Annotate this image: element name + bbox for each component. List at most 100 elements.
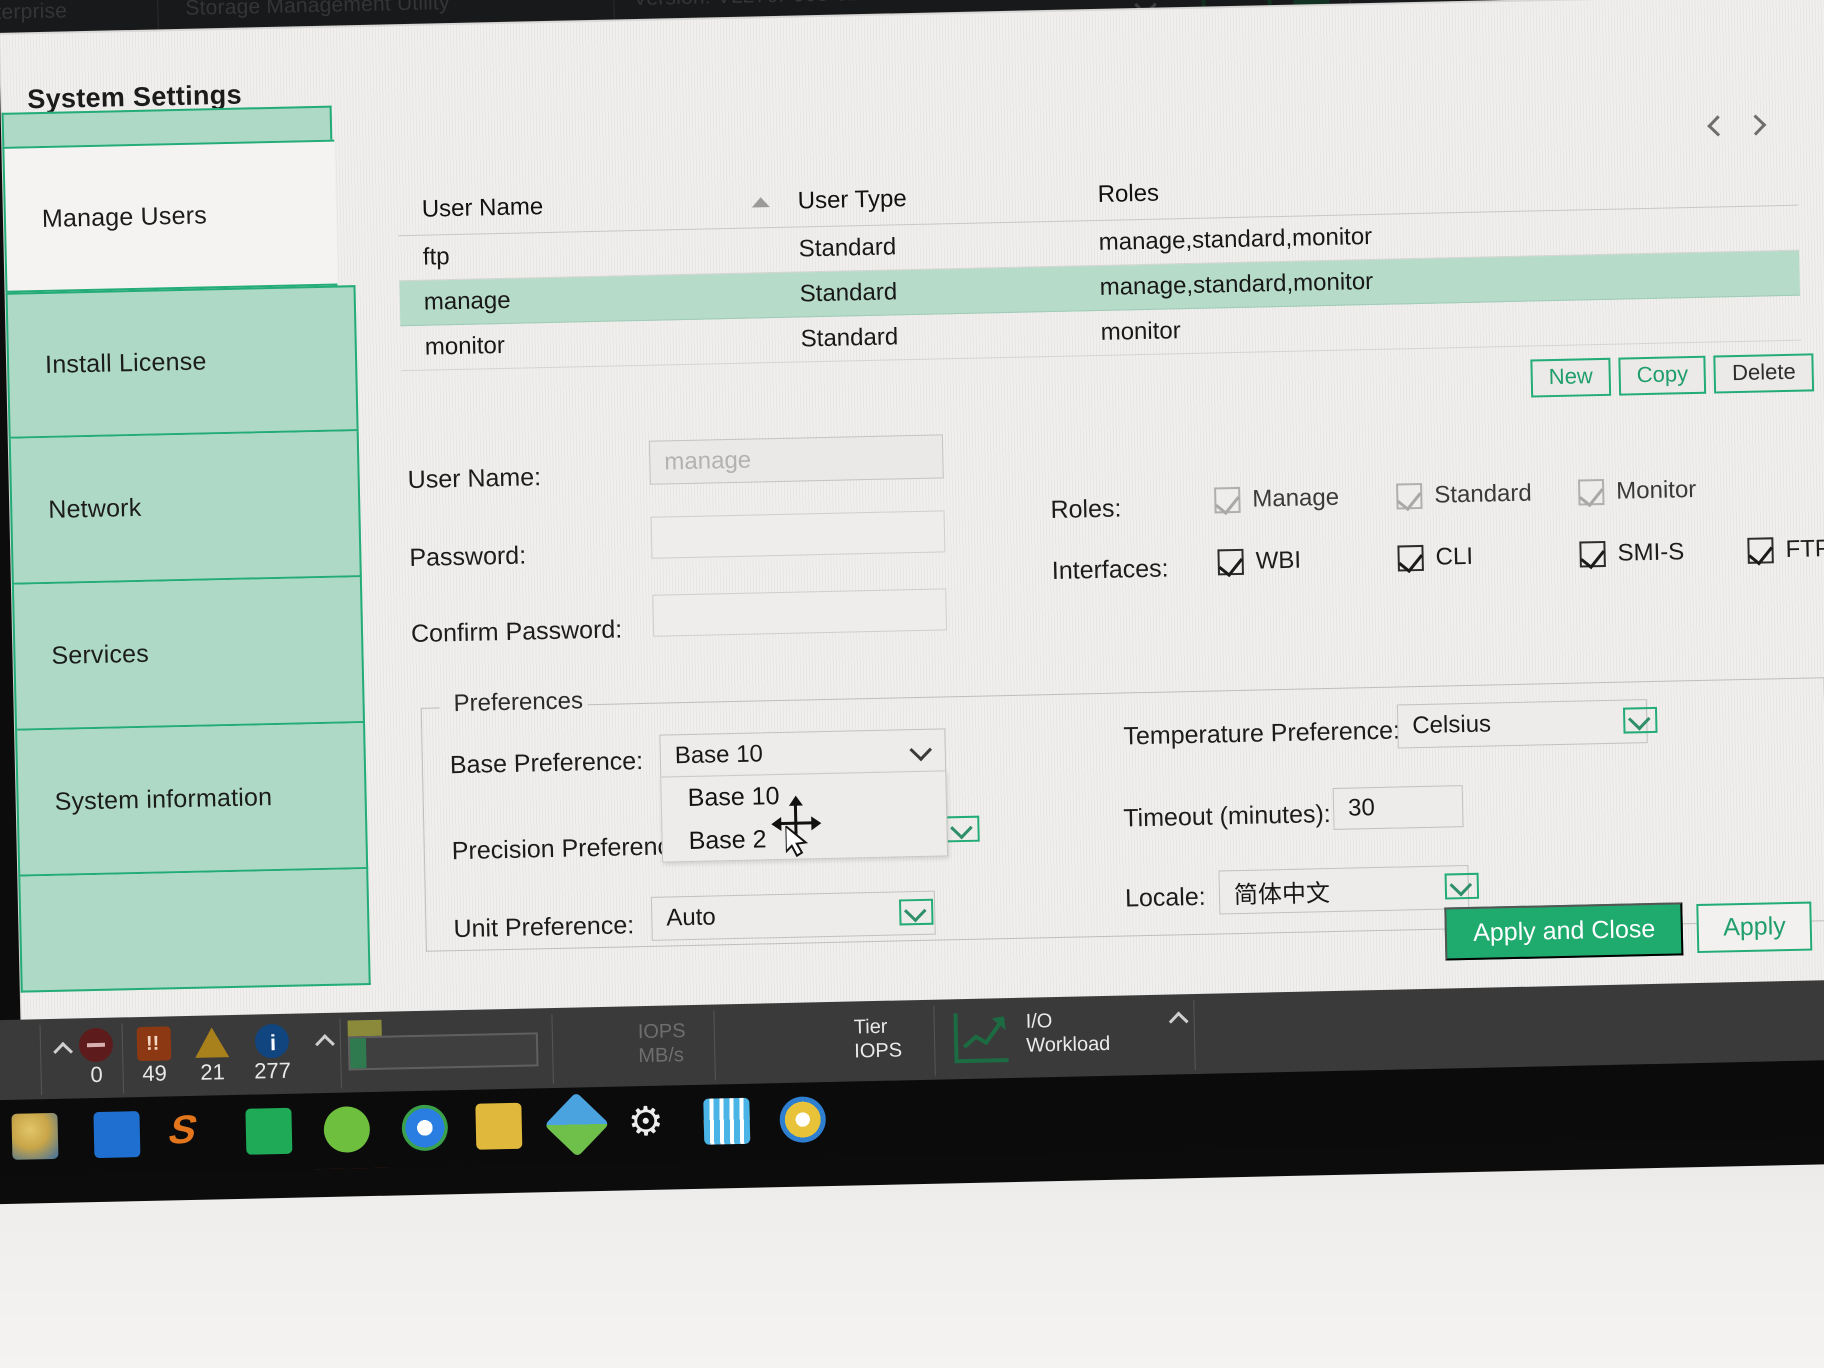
chrome-icon[interactable] [401, 1104, 449, 1152]
select-value: Celsius [1412, 710, 1492, 740]
checkbox-interface-ftp[interactable]: FTP [1747, 535, 1824, 565]
windows-icon[interactable] [544, 1092, 610, 1158]
checkbox-interface-wbi[interactable]: WBI [1217, 544, 1398, 576]
checkbox-icon [1217, 548, 1244, 576]
roles-checkbox-group: Manage Standard Monitor [1214, 476, 1697, 515]
sidebar-item-label: Services [51, 639, 150, 670]
interfaces-label: Interfaces: [1051, 554, 1169, 586]
checkbox-icon [1747, 537, 1774, 564]
precision-preference-label: Precision Preferenc [451, 832, 671, 866]
cell-roles: monitor [1100, 317, 1181, 346]
io-workload-label[interactable]: I/O Workload [1025, 1008, 1110, 1058]
status-count-information[interactable]: i 277 [236, 1023, 309, 1084]
locale-select[interactable]: 简体中文 [1218, 865, 1470, 915]
brand-name: tterprise [0, 0, 68, 25]
timeout-label: Timeout (minutes): [1122, 800, 1331, 833]
sidebar-item-label: Install License [44, 346, 207, 379]
checkbox-label: SMI-S [1617, 538, 1685, 567]
wechat-icon[interactable] [323, 1106, 371, 1154]
status-count-value: 277 [253, 1057, 292, 1084]
temperature-preference-select[interactable]: Celsius [1396, 699, 1648, 749]
sidebar-item-install-license[interactable]: Install License [5, 285, 359, 439]
capacity-bar-fill [349, 1038, 367, 1069]
cell-roles: manage,standard,monitor [1098, 222, 1373, 256]
sidebar-item-label: System information [54, 782, 273, 816]
cell-user-name: monitor [424, 331, 506, 361]
chevron-left-icon[interactable] [1706, 113, 1729, 143]
cell-user-type: Standard [799, 278, 898, 308]
delete-button[interactable]: Delete [1713, 353, 1815, 394]
cell-user-type: Standard [800, 323, 899, 353]
system-settings-dialog: System Settings Manage Users Install Lic… [0, 0, 1824, 1044]
chevron-down-icon[interactable] [898, 898, 934, 926]
io-workload-chart-icon [953, 1012, 1009, 1064]
checkbox-label: WBI [1255, 546, 1302, 575]
checkbox-label: Monitor [1615, 475, 1697, 505]
column-header-user-name[interactable]: User Name [398, 187, 799, 224]
settings-icon[interactable]: ⚙ [627, 1099, 674, 1146]
checkbox-interface-cli[interactable]: CLI [1397, 541, 1580, 573]
select-value: Auto [666, 903, 716, 932]
lightning-icon[interactable]: S [164, 1108, 216, 1156]
settings-sidebar: Manage Users Install License Network Ser… [1, 105, 371, 993]
input-value: 30 [1347, 794, 1376, 822]
cell-user-type: Standard [798, 233, 897, 263]
chevron-down-icon[interactable] [1444, 872, 1480, 900]
error-icon: !! [136, 1026, 172, 1062]
timeout-input[interactable]: 30 [1332, 785, 1464, 830]
chevron-up-icon[interactable] [315, 1033, 340, 1054]
sidebar-item-manage-users[interactable]: Manage Users [2, 139, 338, 293]
checkbox-interface-smis[interactable]: SMI-S [1579, 537, 1748, 569]
chevron-up-icon[interactable] [1168, 1010, 1193, 1032]
photo-of-monitor: tterprise Storage Management Utility Ver… [0, 0, 1824, 1368]
checkbox-role-monitor[interactable]: Monitor [1577, 475, 1697, 507]
chevron-down-icon[interactable] [904, 738, 939, 765]
sidebar-item-partial[interactable] [18, 869, 371, 993]
internet-explorer-icon[interactable] [779, 1096, 827, 1144]
checkbox-label: CLI [1435, 542, 1474, 571]
apply-button[interactable]: Apply [1696, 901, 1813, 954]
terminal-icon[interactable] [703, 1097, 751, 1145]
copy-button[interactable]: Copy [1618, 355, 1707, 396]
checkbox-label: FTP [1785, 535, 1824, 564]
apply-and-close-button[interactable]: Apply and Close [1444, 902, 1684, 961]
column-header-roles[interactable]: Roles [1097, 165, 1797, 208]
chevron-down-icon[interactable] [1622, 706, 1658, 734]
confirm-password-input[interactable] [652, 588, 948, 637]
cell-user-name: manage [423, 286, 511, 316]
editor-icon[interactable] [245, 1107, 293, 1155]
mouse-cursor [771, 795, 822, 858]
critical-icon [78, 1027, 114, 1063]
cell-roles: manage,standard,monitor [1099, 267, 1374, 301]
new-button[interactable]: New [1530, 357, 1612, 398]
cell-user-name: ftp [422, 243, 450, 271]
tier-iops-label[interactable]: Tier IOPS [854, 1014, 903, 1063]
browser-icon[interactable] [11, 1112, 59, 1160]
checkbox-icon [1214, 486, 1241, 514]
chevron-right-icon[interactable] [1744, 112, 1767, 142]
password-input[interactable] [650, 510, 946, 559]
chat-icon[interactable] [93, 1111, 141, 1159]
sidebar-item-services[interactable]: Services [11, 577, 366, 731]
chevron-down-icon[interactable] [945, 815, 980, 843]
app-title: Storage Management Utility [185, 0, 450, 20]
dialog-actions: Apply and Close Apply C [1444, 899, 1824, 961]
sidebar-item-label: Manage Users [41, 200, 208, 233]
sidebar-item-system-information[interactable]: System information [15, 723, 369, 877]
sort-ascending-icon [751, 196, 770, 207]
unit-preference-select[interactable]: Auto [650, 890, 936, 941]
information-icon: i [254, 1023, 290, 1059]
checkbox-icon [1577, 478, 1605, 506]
checkbox-role-standard[interactable]: Standard [1396, 479, 1579, 511]
dialog-nav [1706, 108, 1777, 154]
user-name-input[interactable]: manage [648, 434, 944, 485]
base-preference-label: Base Preference: [449, 747, 644, 780]
roles-label: Roles: [1050, 494, 1122, 525]
capacity-bar [347, 1032, 539, 1071]
checkbox-role-manage[interactable]: Manage [1214, 483, 1397, 515]
iops-mbs-label[interactable]: IOPS MB/s [638, 1019, 687, 1068]
column-header-user-type[interactable]: User Type [797, 180, 1098, 215]
sidebar-item-network[interactable]: Network [8, 431, 362, 585]
checkbox-icon [1397, 544, 1424, 572]
folder-icon[interactable] [475, 1102, 523, 1150]
